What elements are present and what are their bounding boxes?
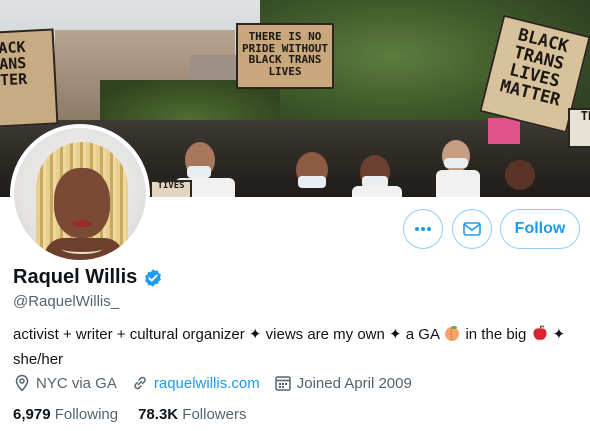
join-date: Joined April 2009 (274, 374, 412, 392)
avatar-face (54, 168, 110, 238)
followers-count: 78.3K (138, 406, 179, 423)
peach-emoji-icon (443, 324, 461, 349)
envelope-icon (463, 222, 481, 236)
location: NYC via GA (13, 374, 117, 392)
protester-face (505, 160, 535, 190)
profile-meta: NYC via GA raquelwillis.com Joined April… (13, 374, 426, 392)
link-icon (134, 376, 146, 390)
followers-link[interactable]: 78.3K Followers (138, 406, 246, 423)
protest-sign: THERE IS NO PRIDE WITHOUT BLACK TRANS LI… (236, 23, 334, 89)
followers-label: Followers (182, 406, 247, 423)
protest-sign: TIVES (150, 180, 192, 197)
following-link[interactable]: 6,979 Following (13, 406, 118, 423)
location-text: NYC via GA (36, 374, 117, 392)
join-date-text: Joined April 2009 (296, 374, 412, 392)
protester-shirt (352, 186, 402, 197)
more-button[interactable] (403, 209, 443, 249)
bio-text: activist + writer + cultural organizer ✦… (13, 326, 444, 343)
avatar-lips (72, 220, 92, 227)
website[interactable]: raquelwillis.com (131, 374, 260, 392)
protest-sign: TR (568, 108, 590, 148)
avatar-necklace (62, 244, 102, 254)
message-button[interactable] (452, 209, 492, 249)
apple-emoji-icon (531, 324, 549, 349)
name-row: Raquel Willis (13, 266, 163, 289)
protest-sign: ACK ANS TER (0, 28, 59, 128)
face-mask (298, 176, 326, 188)
bio-text: in the big (461, 326, 531, 343)
follow-button[interactable]: Follow (500, 209, 580, 249)
user-handle: @RaquelWillis_ (13, 293, 120, 310)
location-pin-icon (15, 374, 29, 392)
avatar[interactable] (10, 124, 150, 264)
pink-sign (488, 118, 520, 144)
more-icon (415, 227, 431, 231)
following-label: Following (54, 406, 119, 423)
face-mask (187, 166, 211, 178)
face-mask (444, 158, 468, 168)
following-count: 6,979 (13, 406, 51, 423)
website-link[interactable]: raquelwillis.com (154, 375, 260, 392)
verified-badge-icon (145, 268, 162, 287)
protester-shirt (436, 170, 480, 197)
calendar-icon (274, 376, 291, 391)
follow-stats: 6,979 Following 78.3K Followers (13, 406, 266, 423)
display-name: Raquel Willis (13, 266, 138, 288)
profile-bio: activist + writer + cultural organizer ✦… (13, 324, 588, 371)
